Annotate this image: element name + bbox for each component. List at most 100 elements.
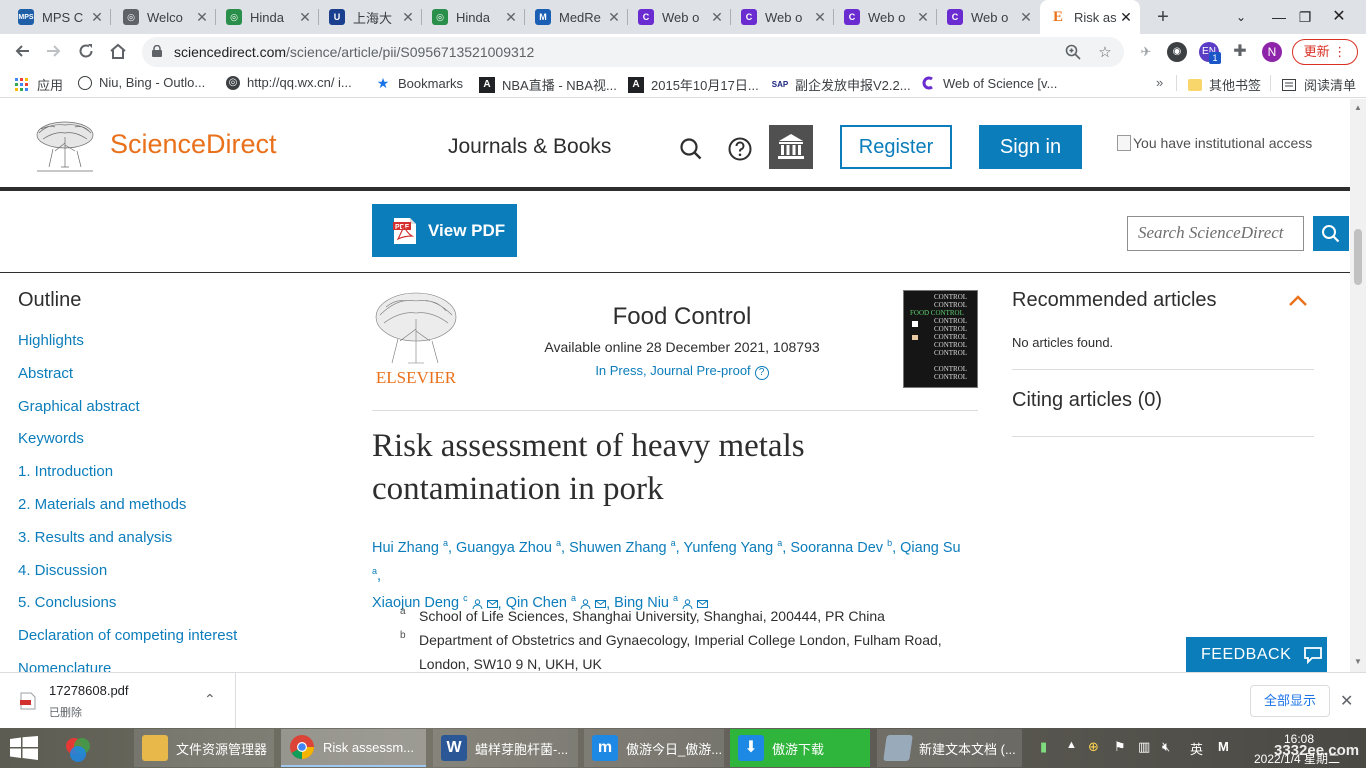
- close-tab-icon[interactable]: ✕: [1018, 9, 1034, 26]
- bookmark-reading-list[interactable]: 阅读清单: [1281, 75, 1356, 94]
- profile-avatar[interactable]: N: [1262, 42, 1282, 62]
- recommended-articles-title[interactable]: Recommended articles: [1012, 289, 1314, 333]
- close-tab-icon[interactable]: ✕: [297, 9, 313, 26]
- clock-date[interactable]: 2022/1/4 星期二: [1254, 750, 1340, 767]
- bookmark-apps[interactable]: 应用: [14, 75, 63, 94]
- taskbar-pinned-app[interactable]: [62, 731, 102, 769]
- extension-icon[interactable]: ✈: [1136, 42, 1156, 62]
- close-tab-icon[interactable]: ✕: [503, 9, 519, 26]
- sign-in-button[interactable]: Sign in: [979, 125, 1082, 169]
- browser-tab[interactable]: C Web o ✕: [731, 0, 834, 34]
- register-button[interactable]: Register: [840, 125, 952, 169]
- taskbar-app-download[interactable]: ⬇ 傲游下载: [730, 729, 870, 767]
- author-link[interactable]: Guangya Zhou a: [456, 538, 561, 556]
- institution-button[interactable]: [769, 125, 813, 169]
- tray-expand-chevron-icon[interactable]: ▲: [1066, 739, 1077, 751]
- outline-link-highlights[interactable]: Highlights: [18, 325, 348, 358]
- close-tab-icon[interactable]: ✕: [812, 9, 828, 26]
- close-tab-icon[interactable]: ✕: [606, 9, 622, 26]
- windows-start-icon[interactable]: [10, 736, 38, 760]
- battery-icon[interactable]: ▮: [1040, 739, 1047, 755]
- bookmark-star-icon[interactable]: ☆: [1096, 44, 1114, 62]
- page-scrollbar[interactable]: ▲ ▼: [1350, 99, 1366, 672]
- page-viewport[interactable]: ScienceDirect Journals & Books Register …: [0, 99, 1350, 672]
- outline-link-materials-methods[interactable]: 2. Materials and methods: [18, 489, 348, 522]
- browser-tab[interactable]: ◎ Hinda ✕: [216, 0, 319, 34]
- browser-tab[interactable]: MPS MPS C ✕: [8, 0, 111, 34]
- update-button[interactable]: 更新 ⋮: [1292, 39, 1358, 65]
- show-all-downloads-button[interactable]: 全部显示: [1250, 685, 1330, 717]
- browser-tab[interactable]: C Web o ✕: [628, 0, 731, 34]
- outline-link-conclusions[interactable]: 5. Conclusions: [18, 587, 348, 620]
- tray-app-icon[interactable]: ⊕: [1088, 739, 1099, 755]
- browser-tab[interactable]: C Web o ✕: [937, 0, 1040, 34]
- outline-link-results[interactable]: 3. Results and analysis: [18, 522, 348, 555]
- taskbar-app-word[interactable]: W 蜡样芽胞杆菌-...: [433, 729, 578, 767]
- help-icon[interactable]: [727, 136, 753, 162]
- forward-button[interactable]: [41, 40, 67, 66]
- view-pdf-button[interactable]: PDF View PDF: [372, 204, 517, 257]
- elsevier-tree-logo-icon[interactable]: [33, 119, 97, 175]
- close-tab-icon[interactable]: ✕: [1118, 9, 1134, 26]
- scrollbar-thumb[interactable]: [1354, 229, 1362, 285]
- close-tab-icon[interactable]: ✕: [915, 9, 931, 26]
- tab-search-icon[interactable]: ⌄: [1224, 0, 1258, 34]
- journal-cover-image[interactable]: CONTROL CONTROL FOOD CONTROL CONTROL CON…: [903, 290, 978, 388]
- extension-icon[interactable]: ◉: [1167, 42, 1187, 62]
- browser-tab[interactable]: M MedRe ✕: [525, 0, 628, 34]
- ime-mode-indicator[interactable]: M: [1218, 739, 1229, 754]
- network-icon[interactable]: ▥: [1138, 739, 1150, 755]
- taskbar-app-notepad[interactable]: 新建文本文档 (...: [877, 729, 1022, 767]
- sciencedirect-logo-text[interactable]: ScienceDirect: [110, 129, 277, 160]
- author-link[interactable]: Shuwen Zhang a: [569, 538, 676, 556]
- zoom-icon[interactable]: [1064, 44, 1082, 62]
- close-tab-icon[interactable]: ✕: [400, 9, 416, 26]
- author-link[interactable]: Yunfeng Yang a: [683, 538, 782, 556]
- outline-link-graphical-abstract[interactable]: Graphical abstract: [18, 391, 348, 424]
- taskbar-app-chrome[interactable]: Risk assessm...: [281, 729, 426, 767]
- outline-link-abstract[interactable]: Abstract: [18, 358, 348, 391]
- close-tab-icon[interactable]: ✕: [709, 9, 725, 26]
- journals-books-link[interactable]: Journals & Books: [448, 135, 611, 159]
- bookmark-other[interactable]: 其他书签: [1188, 75, 1261, 94]
- author-link[interactable]: Hui Zhang a: [372, 538, 448, 556]
- close-tab-icon[interactable]: ✕: [89, 9, 105, 26]
- close-window-button[interactable]: ✕: [1322, 0, 1356, 34]
- back-button[interactable]: [9, 40, 35, 66]
- browser-tab[interactable]: C Web o ✕: [834, 0, 937, 34]
- browser-tab[interactable]: ◎ Hinda ✕: [422, 0, 525, 34]
- taskbar-app-explorer[interactable]: 文件资源管理器: [134, 729, 274, 767]
- address-bar[interactable]: sciencedirect.com/science/article/pii/S0…: [142, 37, 1124, 67]
- flag-icon[interactable]: ⚑: [1114, 739, 1126, 755]
- close-tab-icon[interactable]: ✕: [194, 9, 210, 26]
- scroll-up-arrow-icon[interactable]: ▲: [1354, 103, 1362, 112]
- journal-name-link[interactable]: Food Control: [540, 303, 824, 331]
- search-sciencedirect-input[interactable]: Search ScienceDirect: [1127, 216, 1304, 251]
- browser-tab[interactable]: ◎ Welco ✕: [113, 0, 216, 34]
- question-circle-icon[interactable]: ?: [754, 366, 769, 380]
- browser-tab[interactable]: U 上海大 ✕: [319, 0, 422, 34]
- elsevier-logo-icon[interactable]: ELSEVIER: [372, 289, 460, 387]
- taskbar-app-maxthon[interactable]: m 傲游今日_傲游...: [584, 729, 724, 767]
- search-submit-button[interactable]: [1313, 216, 1349, 251]
- outline-link-competing-interest[interactable]: Declaration of competing interest: [18, 620, 348, 653]
- outline-link-nomenclature[interactable]: Nomenclature: [18, 653, 348, 672]
- ime-language-indicator[interactable]: 英: [1190, 739, 1203, 758]
- in-press-link[interactable]: In Press, Journal Pre-proof?: [560, 363, 804, 380]
- outline-link-introduction[interactable]: 1. Introduction: [18, 456, 348, 489]
- bookmark-outlook[interactable]: Niu, Bing - Outlo...: [78, 75, 205, 90]
- restore-button[interactable]: ❐: [1288, 0, 1322, 34]
- chevron-up-icon[interactable]: ⌃: [204, 691, 216, 708]
- bookmark-nba-2015[interactable]: A 2015年10月17日...: [628, 75, 759, 94]
- citing-articles-title[interactable]: Citing articles (0): [1012, 370, 1314, 436]
- reload-button[interactable]: [73, 40, 99, 66]
- bookmark-wos[interactable]: Web of Science [v...: [920, 75, 1057, 91]
- new-tab-button[interactable]: +: [1152, 6, 1174, 28]
- scroll-down-arrow-icon[interactable]: ▼: [1354, 657, 1362, 666]
- chevron-up-icon[interactable]: [1288, 293, 1308, 307]
- author-link[interactable]: Sooranna Dev b: [790, 538, 892, 556]
- outline-link-keywords[interactable]: Keywords: [18, 423, 348, 456]
- download-item[interactable]: 17278608.pdf 已删除 ⌃: [0, 673, 236, 729]
- close-download-shelf-icon[interactable]: ✕: [1340, 691, 1353, 711]
- bookmark-nba[interactable]: A NBA直播 - NBA视...: [479, 75, 617, 94]
